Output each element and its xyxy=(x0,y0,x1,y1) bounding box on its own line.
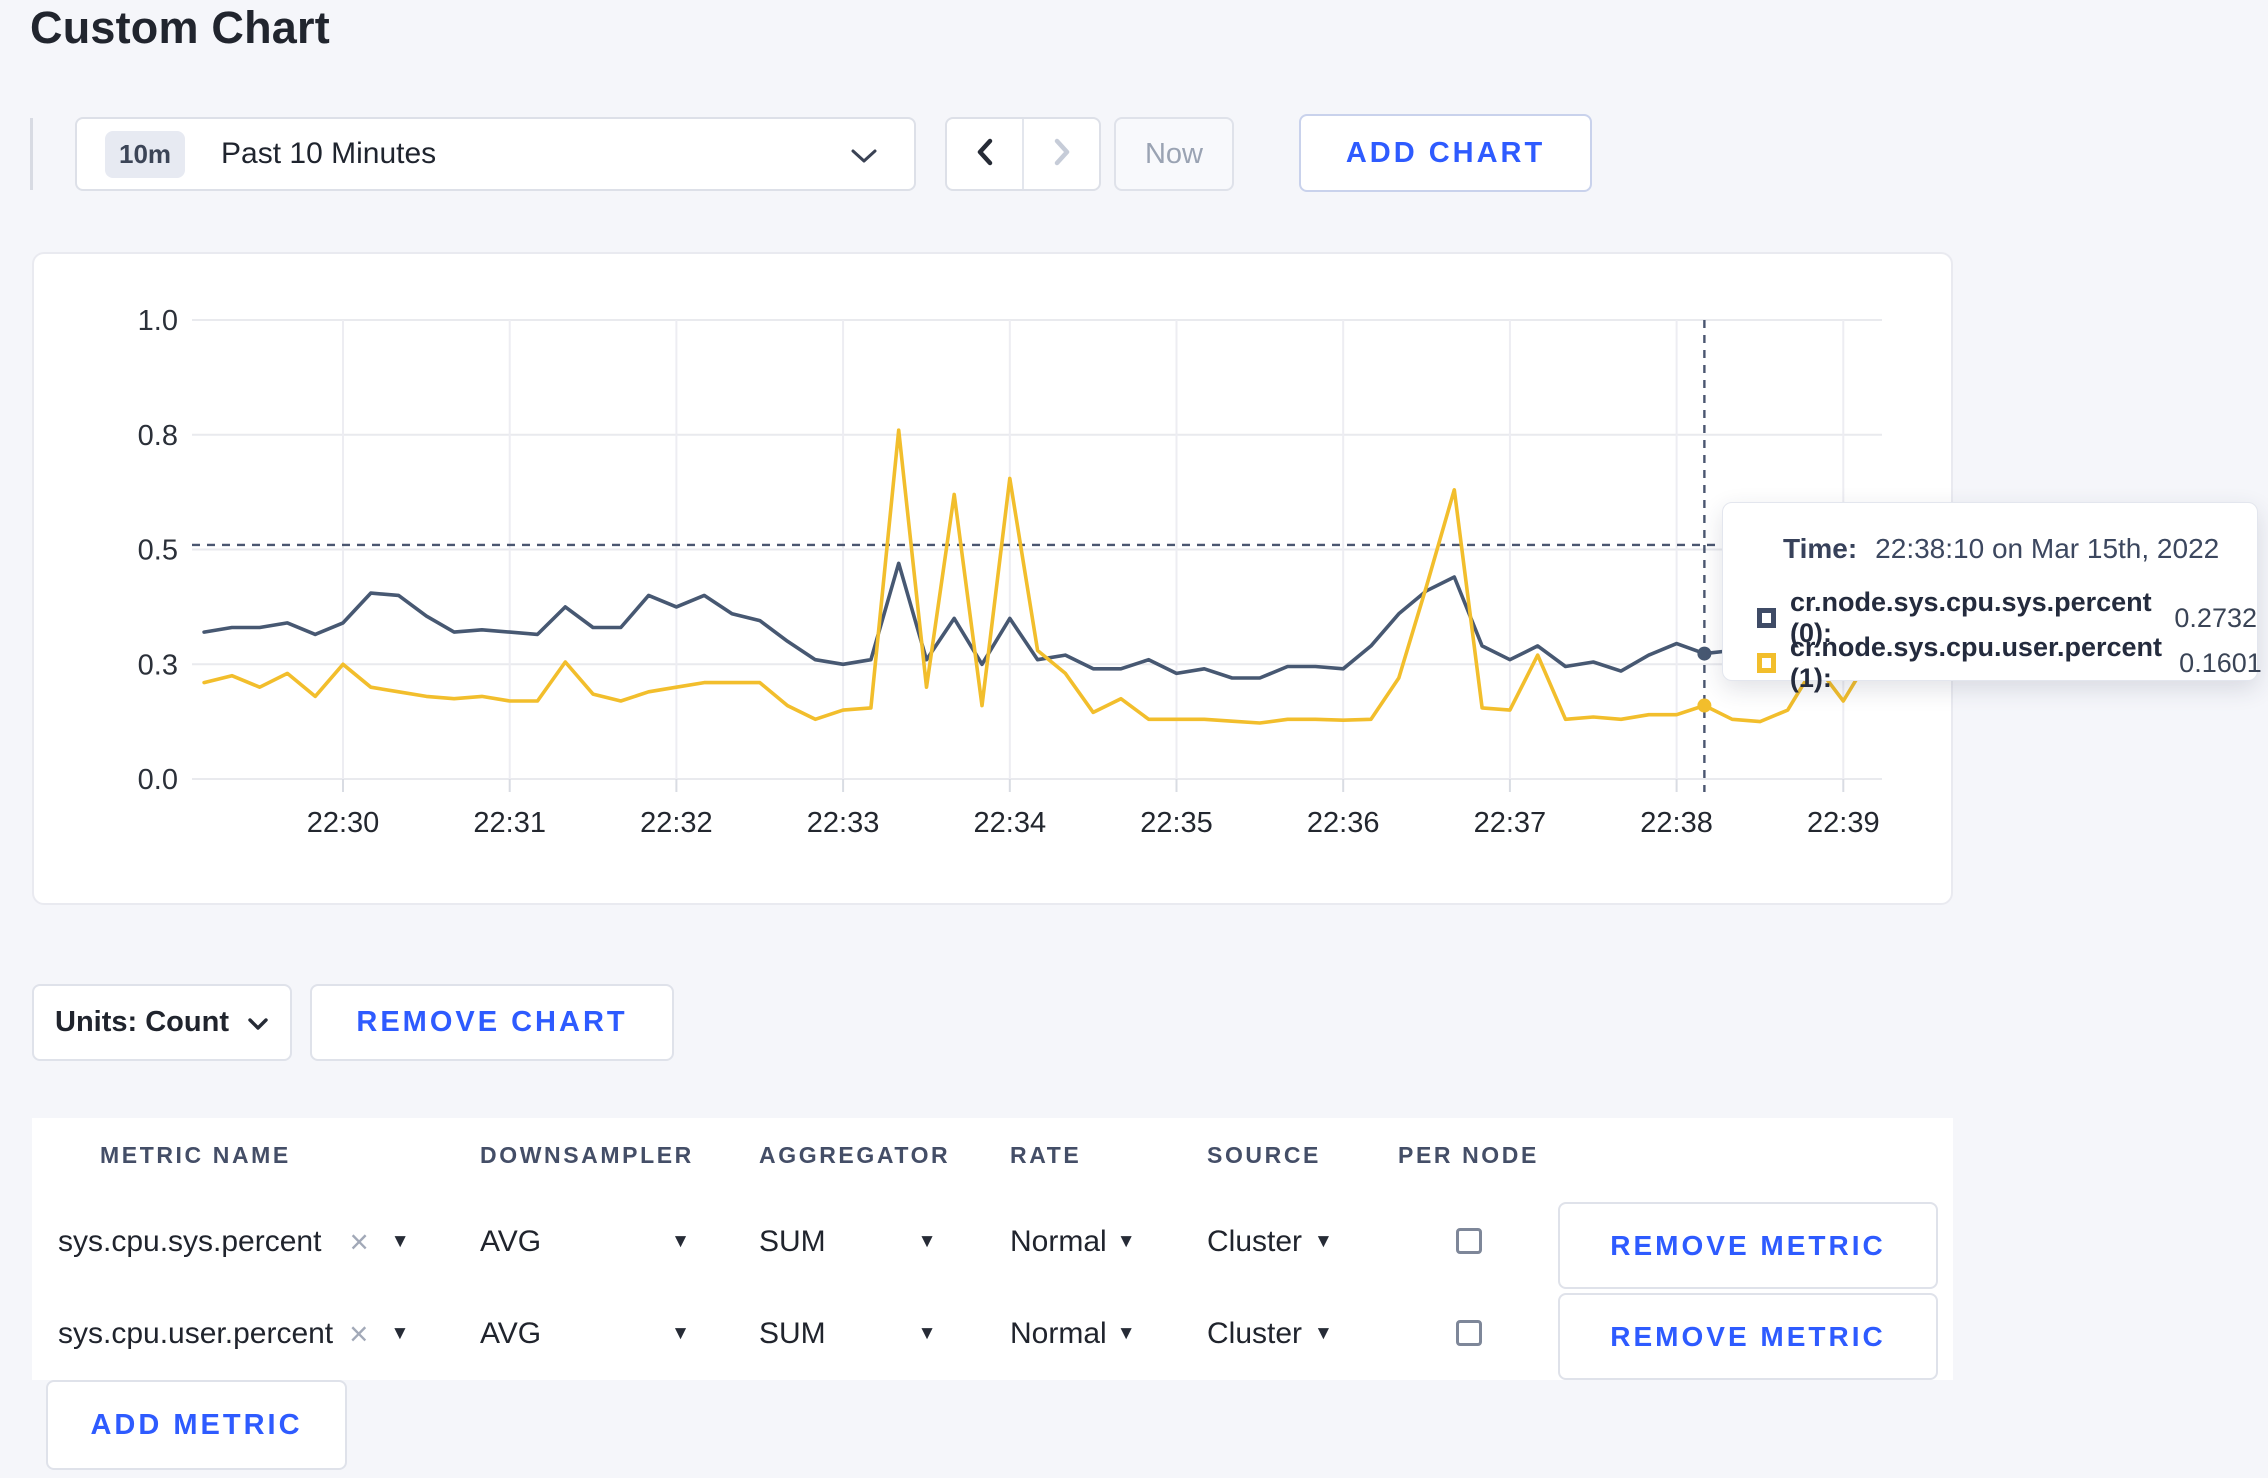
downsampler-select[interactable]: AVG ▼ xyxy=(480,1196,690,1288)
x-axis-tick-label: 22:39 xyxy=(1807,807,1880,839)
source-select[interactable]: Cluster ▼ xyxy=(1207,1196,1333,1288)
x-axis-tick-label: 22:32 xyxy=(640,807,713,839)
aggregator-value: SUM xyxy=(759,1317,826,1350)
metric-name-select[interactable]: sys.cpu.user.percent × ▼ xyxy=(58,1288,409,1380)
timeseries-plot[interactable]: 0.0 0.3 0.5 0.8 1.0 22:30 22:31 22:32 22:33 22:34… xyxy=(34,254,1955,907)
x-axis-tick-label: 22:35 xyxy=(1140,807,1213,839)
column-header-metric-name: METRIC NAME xyxy=(100,1142,291,1168)
time-window-badge: 10m xyxy=(105,130,186,178)
rate-value: Normal xyxy=(1010,1317,1107,1350)
chevron-left-icon xyxy=(972,136,998,173)
rate-select[interactable]: Normal ▼ xyxy=(1010,1196,1136,1288)
downsampler-select[interactable]: AVG ▼ xyxy=(480,1288,690,1380)
previous-timeframe-button[interactable] xyxy=(947,119,1022,189)
y-axis-tick-label: 0.8 xyxy=(138,420,178,452)
source-value: Cluster xyxy=(1207,1317,1303,1350)
tooltip-time: Time: 22:38:10 on Mar 15th, 2022 xyxy=(1783,533,2219,565)
clear-metric-icon[interactable]: × xyxy=(349,1223,368,1261)
caret-down-icon: ▼ xyxy=(1116,1323,1136,1344)
metric-name-value: sys.cpu.sys.percent xyxy=(58,1225,322,1258)
series-line xyxy=(202,561,1873,680)
chevron-right-icon xyxy=(1049,136,1075,173)
caret-down-icon: ▼ xyxy=(917,1231,937,1252)
add-chart-button[interactable]: ADD CHART xyxy=(1299,114,1592,192)
rate-value: Normal xyxy=(1010,1225,1107,1258)
caret-down-icon: ▼ xyxy=(671,1323,690,1344)
tooltip-series-row: cr.node.sys.cpu.user.percent (1): 0.1601 xyxy=(1757,632,2262,694)
x-axis-tick-label: 22:34 xyxy=(974,807,1047,839)
caret-down-icon: ▼ xyxy=(390,1323,410,1344)
series-swatch-icon xyxy=(1757,653,1776,673)
y-axis-tick-label: 1.0 xyxy=(138,305,178,337)
column-header-downsampler: DOWNSAMPLER xyxy=(480,1142,694,1168)
chart-hover-tooltip: Time: 22:38:10 on Mar 15th, 2022 cr.node.… xyxy=(1722,502,2262,693)
hover-point-marker xyxy=(1697,646,1712,661)
per-node-checkbox[interactable] xyxy=(1456,1228,1482,1254)
time-window-label: Past 10 Minutes xyxy=(221,137,437,170)
series-line xyxy=(202,428,1873,725)
x-axis-tick-label: 22:33 xyxy=(807,807,880,839)
units-dropdown[interactable]: Units: Count xyxy=(32,984,292,1061)
hover-point-marker xyxy=(1697,698,1712,713)
downsampler-value: AVG xyxy=(480,1317,542,1350)
caret-down-icon: ▼ xyxy=(671,1231,690,1252)
caret-down-icon: ▼ xyxy=(1314,1323,1333,1344)
add-metric-button[interactable]: ADD METRIC xyxy=(46,1380,347,1470)
caret-down-icon: ▼ xyxy=(917,1323,937,1344)
tooltip-series-value: 0.1601 xyxy=(2179,647,2262,678)
aggregator-value: SUM xyxy=(759,1225,826,1258)
remove-metric-button[interactable]: REMOVE METRIC xyxy=(1558,1293,1938,1380)
clear-metric-icon[interactable]: × xyxy=(349,1315,368,1353)
time-range-dropdown[interactable]: 10m Past 10 Minutes xyxy=(75,117,916,191)
y-axis-tick-label: 0.5 xyxy=(138,535,178,567)
metric-name-select[interactable]: sys.cpu.sys.percent × ▼ xyxy=(58,1196,410,1288)
tooltip-series-name: cr.node.sys.cpu.user.percent (1): xyxy=(1789,632,2163,693)
aggregator-select[interactable]: SUM ▼ xyxy=(759,1288,936,1380)
caret-down-icon: ▼ xyxy=(390,1231,410,1252)
column-header-aggregator: AGGREGATOR xyxy=(759,1142,951,1168)
column-header-per-node: PER NODE xyxy=(1398,1142,1539,1168)
toolbar-divider xyxy=(30,118,33,190)
tooltip-time-value: 22:38:10 on Mar 15th, 2022 xyxy=(1875,533,2220,564)
source-value: Cluster xyxy=(1207,1225,1303,1258)
remove-chart-button[interactable]: REMOVE CHART xyxy=(310,984,674,1061)
downsampler-value: AVG xyxy=(480,1225,542,1258)
per-node-checkbox[interactable] xyxy=(1456,1320,1482,1346)
time-pager xyxy=(945,117,1101,191)
column-header-rate: RATE xyxy=(1010,1142,1082,1168)
x-axis-tick-label: 22:38 xyxy=(1640,807,1713,839)
chevron-down-icon xyxy=(247,1006,269,1039)
caret-down-icon: ▼ xyxy=(1116,1231,1136,1252)
x-axis-tick-label: 22:31 xyxy=(473,807,546,839)
caret-down-icon: ▼ xyxy=(1314,1231,1333,1252)
next-timeframe-button[interactable] xyxy=(1022,119,1099,189)
page-title: Custom Chart xyxy=(30,2,330,53)
source-select[interactable]: Cluster ▼ xyxy=(1207,1288,1333,1380)
x-axis-tick-label: 22:36 xyxy=(1307,807,1380,839)
y-axis-tick-label: 0.0 xyxy=(138,764,178,796)
tooltip-series-value: 0.2732 xyxy=(2174,602,2257,633)
aggregator-select[interactable]: SUM ▼ xyxy=(759,1196,936,1288)
tooltip-time-label: Time: xyxy=(1783,533,1858,564)
rate-select[interactable]: Normal ▼ xyxy=(1010,1288,1136,1380)
chevron-down-icon xyxy=(850,147,878,170)
x-axis-tick-label: 22:37 xyxy=(1474,807,1547,839)
metric-name-value: sys.cpu.user.percent xyxy=(58,1317,334,1350)
custom-chart-page: Custom Chart 10m Past 10 Minutes Now ADD… xyxy=(0,0,2268,1478)
now-button[interactable]: Now xyxy=(1114,117,1234,191)
metrics-chart[interactable]: 0.0 0.3 0.5 0.8 1.0 22:30 22:31 22:32 22:33 22:34… xyxy=(32,252,1953,905)
remove-metric-button[interactable]: REMOVE METRIC xyxy=(1558,1202,1938,1289)
y-axis-tick-label: 0.3 xyxy=(138,649,178,681)
x-axis-tick-label: 22:30 xyxy=(307,807,380,839)
series-swatch-icon xyxy=(1757,608,1776,628)
column-header-source: SOURCE xyxy=(1207,1142,1322,1168)
units-label: Units: Count xyxy=(55,1006,229,1038)
